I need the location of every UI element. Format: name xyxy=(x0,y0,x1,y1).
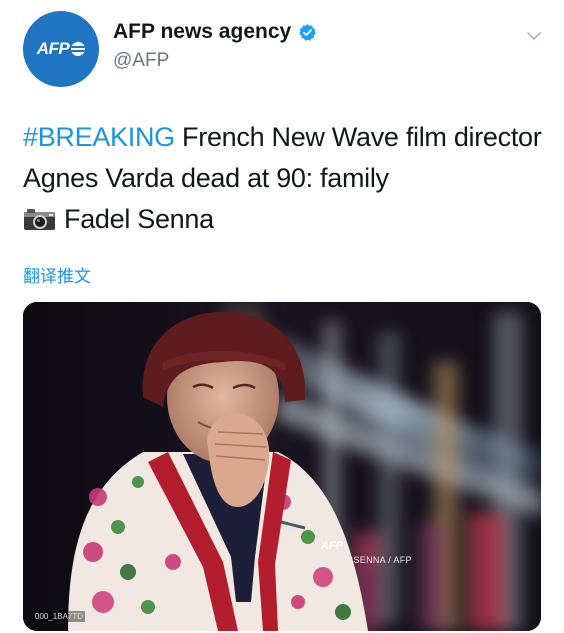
display-name[interactable]: AFP news agency xyxy=(113,20,291,44)
photographer-name: Fadel Senna xyxy=(64,204,214,234)
photo-credit: FADEL SENNA / AFP xyxy=(321,555,412,565)
photo-id: 000_1BA7TD xyxy=(33,611,86,622)
tweet-text: #BREAKING French New Wave film director … xyxy=(23,117,543,240)
afp-watermark: AFP xyxy=(321,540,343,552)
author-name-row: AFP news agency xyxy=(113,20,317,44)
afp-disc-icon xyxy=(71,42,86,56)
avatar[interactable]: AFP xyxy=(23,11,99,87)
camera-emoji-icon xyxy=(24,209,55,230)
verified-badge-icon xyxy=(299,23,316,41)
hashtag-link[interactable]: #BREAKING xyxy=(23,122,175,152)
afp-logo: AFP xyxy=(37,39,86,59)
avatar-text: AFP xyxy=(36,39,70,58)
chevron-down-icon[interactable] xyxy=(526,28,542,44)
user-handle[interactable]: @AFP xyxy=(113,50,169,72)
translate-tweet-link[interactable]: 翻译推文 xyxy=(23,262,91,287)
photo-image xyxy=(23,302,541,631)
tweet-photo[interactable]: AFP FADEL SENNA / AFP 000_1BA7TD xyxy=(23,302,541,631)
